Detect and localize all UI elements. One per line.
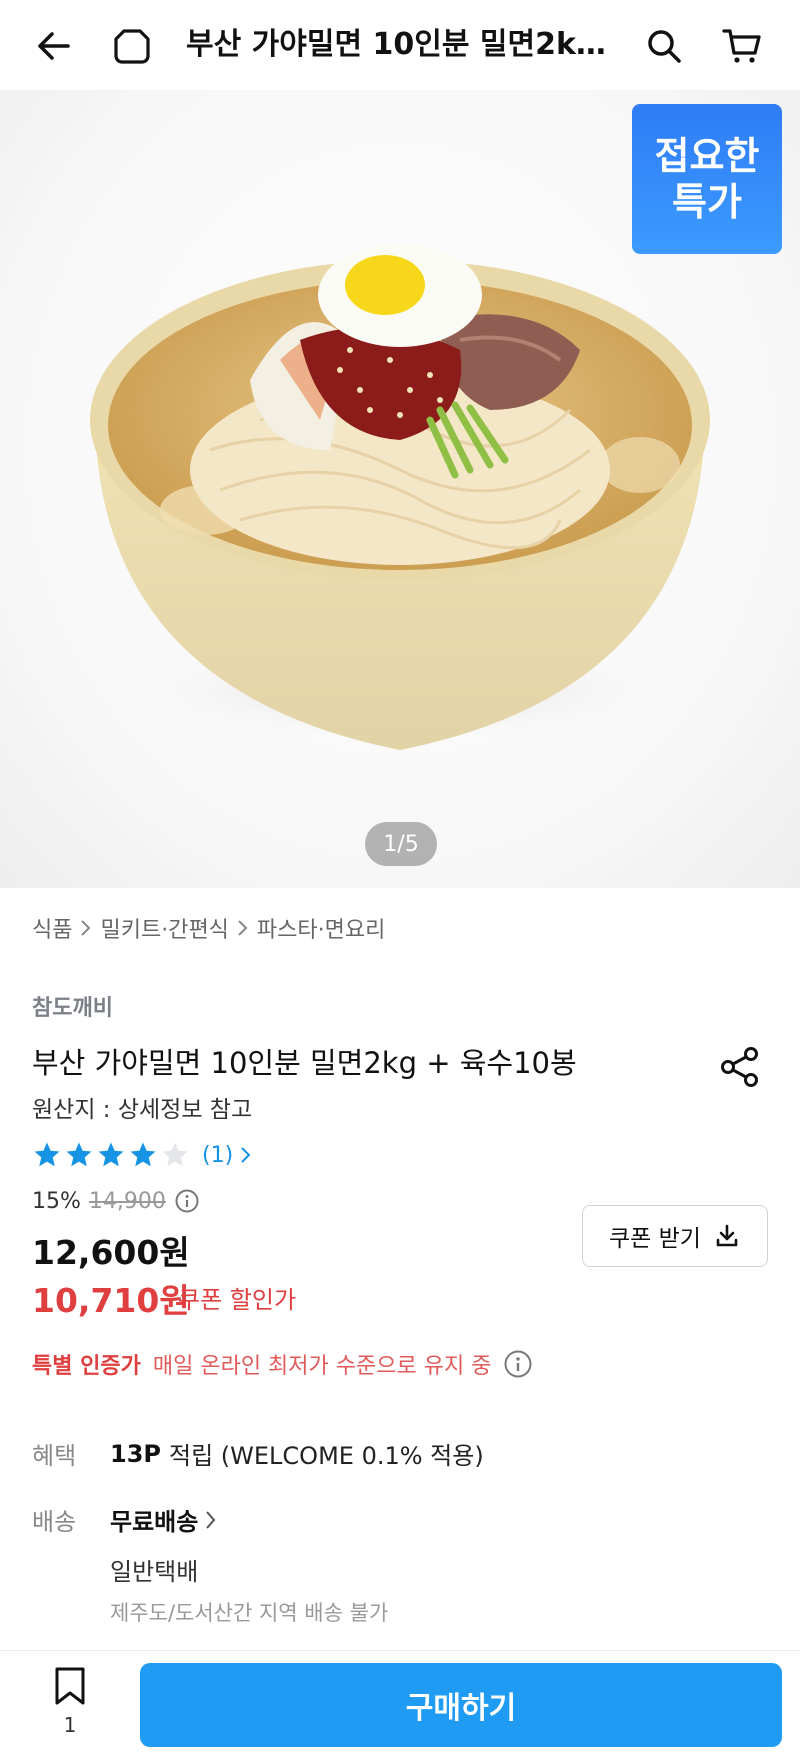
chevron-right-icon: [238, 920, 248, 936]
coupon-button-label: 쿠폰 받기: [609, 1226, 701, 1252]
discount-row: 15% 14,900: [32, 1188, 200, 1214]
search-icon: [648, 30, 681, 63]
benefit-row: 혜택 13P 적립 (WELCOME 0.1% 적용): [32, 1436, 484, 1471]
badge-line-2: 특가: [672, 180, 742, 224]
shipping-label: 배송: [32, 1508, 77, 1536]
wishlist-count: 1: [63, 1713, 77, 1737]
star-filled-icon: [130, 1142, 156, 1167]
home-button[interactable]: [108, 22, 156, 70]
home-icon: [114, 29, 150, 64]
review-count: (1): [202, 1142, 234, 1168]
special-price-badge: 접요한 특가: [632, 104, 782, 254]
sale-price: 12,600원: [32, 1233, 190, 1272]
special-price-label: 특별 인증가: [32, 1354, 141, 1379]
benefit-text: 적립 (WELCOME 0.1% 적용): [169, 1442, 484, 1470]
breadcrumb-item[interactable]: 식품: [32, 912, 72, 944]
bookmark-icon: [55, 1667, 85, 1705]
special-price-info: 특별 인증가 매일 온라인 최저가 수준으로 유지 중: [32, 1348, 533, 1380]
product-image[interactable]: 접요한 특가 1/5: [0, 90, 800, 888]
brand-name[interactable]: 참도깨비: [32, 990, 113, 1022]
share-icon: [721, 1047, 758, 1087]
product-title: 부산 가야밀면 10인분 밀면2kg + 육수10봉: [32, 1046, 577, 1080]
coupon-price-label: 쿠폰 할인가: [178, 1286, 297, 1314]
chevron-right-icon: [81, 920, 91, 936]
shipping-value: 무료배송: [110, 1508, 199, 1536]
shipping-type: 일반택배: [110, 1558, 199, 1586]
origin-info: 원산지 : 상세정보 참고: [32, 1097, 253, 1123]
star-filled-icon: [98, 1142, 124, 1167]
original-price: 14,900: [88, 1188, 166, 1214]
coupon-download-button[interactable]: 쿠폰 받기: [582, 1205, 768, 1267]
chevron-right-icon: [241, 1147, 251, 1163]
star-filled-icon: [34, 1142, 60, 1167]
coupon-price: 10,710원: [32, 1281, 190, 1320]
info-icon[interactable]: [174, 1188, 200, 1214]
back-arrow-icon: [38, 32, 70, 60]
cart-icon: [722, 29, 761, 63]
review-count-link[interactable]: (1): [202, 1143, 253, 1168]
share-button[interactable]: [718, 1045, 762, 1089]
bottom-action-bar: 1 구매하기: [0, 1650, 800, 1758]
breadcrumb-item[interactable]: 파스타·면요리: [257, 912, 385, 944]
search-button[interactable]: [640, 22, 688, 70]
shipping-row: 배송 무료배송: [32, 1502, 218, 1537]
chevron-right-icon: [206, 1510, 216, 1529]
page-title: 부산 가야밀면 10인분 밀면2k…: [186, 27, 606, 62]
top-bar: 부산 가야밀면 10인분 밀면2k…: [0, 0, 800, 90]
shipping-note: 제주도/도서산간 지역 배송 불가: [110, 1601, 389, 1625]
shipping-value-link[interactable]: 무료배송: [110, 1502, 218, 1537]
download-icon: [716, 1224, 738, 1247]
discount-rate: 15%: [32, 1188, 81, 1214]
star-filled-icon: [66, 1142, 92, 1167]
back-button[interactable]: [30, 22, 78, 70]
info-icon[interactable]: [503, 1349, 533, 1379]
badge-line-1: 접요한: [654, 134, 760, 178]
buy-button[interactable]: 구매하기: [140, 1663, 782, 1747]
wishlist-button[interactable]: 1: [40, 1665, 100, 1749]
benefit-points: 13P: [110, 1439, 161, 1468]
benefit-label: 혜택: [32, 1442, 77, 1470]
star-empty-icon: [162, 1142, 188, 1167]
image-pager: 1/5: [365, 822, 437, 866]
rating[interactable]: (1): [32, 1140, 253, 1170]
cart-button[interactable]: [718, 22, 766, 70]
breadcrumb-item[interactable]: 밀키트·간편식: [100, 912, 228, 944]
special-price-description: 매일 온라인 최저가 수준으로 유지 중: [152, 1354, 492, 1379]
breadcrumb: 식품 밀키트·간편식 파스타·면요리: [32, 912, 385, 944]
